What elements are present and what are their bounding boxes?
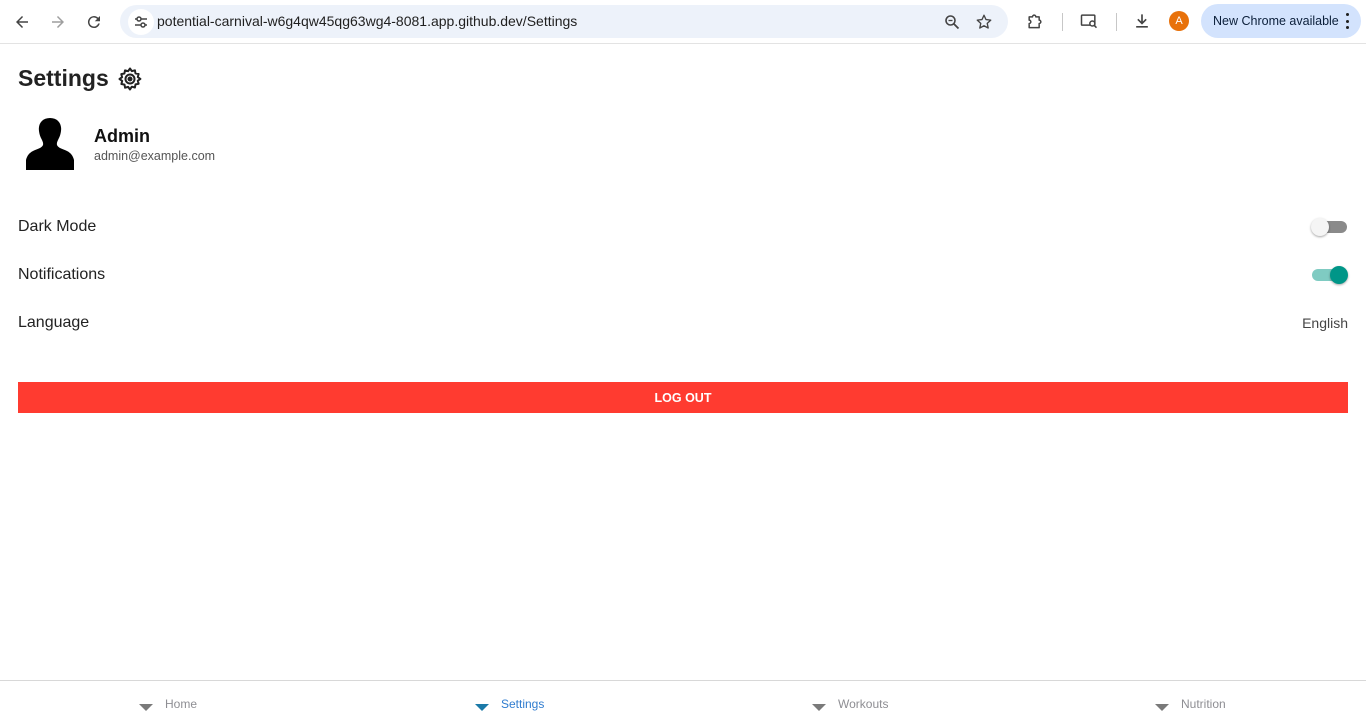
tab-triangle-icon: [139, 703, 153, 711]
toggle-knob: [1330, 266, 1348, 284]
puzzle-icon: [1028, 14, 1042, 29]
more-menu-icon[interactable]: [1345, 13, 1349, 29]
bookmark-button[interactable]: [973, 11, 995, 33]
tab-home[interactable]: Home: [139, 695, 197, 713]
profile-avatar-button[interactable]: A: [1169, 11, 1189, 31]
setting-notifications: Notifications: [18, 260, 1348, 290]
tab-workouts[interactable]: Workouts: [812, 695, 888, 713]
profile-name: Admin: [94, 126, 150, 146]
tab-triangle-icon: [475, 703, 489, 711]
logout-button[interactable]: LOG OUT: [18, 382, 1348, 413]
toolbar-divider: [1116, 13, 1117, 31]
url-text[interactable]: potential-carnival-w6g4qw45qg63wg4-8081.…: [157, 13, 577, 29]
arrow-left-icon: [16, 16, 28, 28]
setting-language[interactable]: Language English: [18, 308, 1348, 338]
page-title: Settings: [18, 65, 109, 91]
tab-triangle-icon: [812, 703, 826, 711]
setting-dark-mode: Dark Mode: [18, 212, 1348, 242]
screen-search-icon: [1080, 14, 1098, 29]
page-header: Settings: [18, 65, 143, 92]
dark-mode-label: Dark Mode: [18, 218, 97, 235]
forward-button[interactable]: [40, 4, 76, 40]
media-button[interactable]: [1077, 9, 1101, 33]
arrow-right-icon: [52, 16, 64, 28]
tune-icon: [135, 16, 147, 28]
tab-triangle-icon: [1155, 703, 1169, 711]
tab-settings[interactable]: Settings: [475, 695, 544, 713]
toolbar-divider: [1062, 13, 1063, 31]
chrome-update-label: New Chrome available: [1213, 14, 1339, 28]
avatar: [26, 118, 74, 170]
address-bar[interactable]: potential-carnival-w6g4qw45qg63wg4-8081.…: [120, 5, 1008, 38]
notifications-toggle[interactable]: [1311, 265, 1348, 285]
settings-page: Settings Admin admin@example.com Dark Mo…: [0, 45, 1366, 680]
reload-icon: [87, 16, 100, 29]
tab-label: Settings: [501, 697, 545, 711]
notifications-label: Notifications: [18, 266, 106, 283]
tab-label: Workouts: [838, 697, 889, 711]
tab-label: Nutrition: [1181, 697, 1226, 711]
browser-toolbar: potential-carnival-w6g4qw45qg63wg4-8081.…: [0, 0, 1366, 44]
gear-icon: [118, 67, 142, 90]
tab-label: Home: [165, 697, 198, 711]
reload-button[interactable]: [76, 4, 112, 40]
extensions-button[interactable]: [1023, 9, 1047, 33]
downloads-button[interactable]: [1130, 9, 1154, 33]
profile-email: admin@example.com: [94, 149, 216, 163]
zoom-icon: [945, 15, 960, 30]
back-button[interactable]: [4, 4, 40, 40]
language-value[interactable]: English: [1302, 315, 1348, 331]
bottom-tab-bar: Home Settings Workouts Nutrition: [0, 680, 1366, 718]
chrome-update-button[interactable]: New Chrome available: [1201, 4, 1361, 38]
star-icon: [976, 14, 992, 29]
dark-mode-toggle[interactable]: [1311, 217, 1348, 237]
zoom-button[interactable]: [941, 11, 963, 33]
language-label: Language: [18, 314, 90, 331]
tab-nutrition[interactable]: Nutrition: [1155, 695, 1226, 713]
download-icon: [1136, 14, 1148, 28]
toggle-knob: [1311, 218, 1329, 236]
site-info-button[interactable]: [128, 9, 154, 35]
